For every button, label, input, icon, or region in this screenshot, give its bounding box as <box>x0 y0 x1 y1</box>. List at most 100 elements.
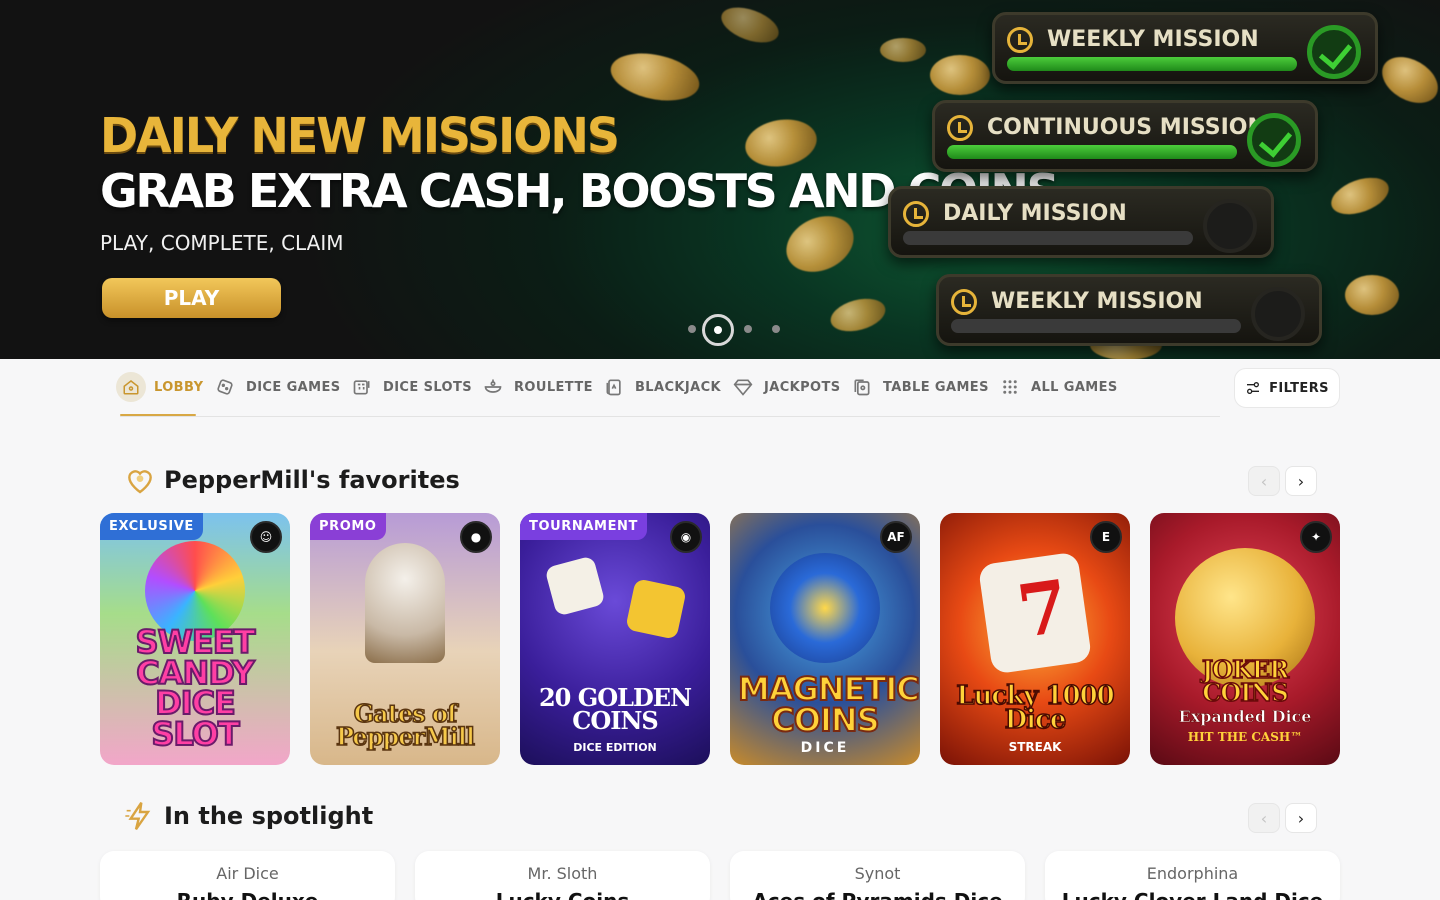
section-title-spotlight: In the spotlight <box>124 800 373 832</box>
game-card[interactable]: 7 E Lucky 1000 Dice STREAK <box>940 513 1130 765</box>
game-title: SWEET CANDY DICE SLOT <box>135 623 257 753</box>
spotlight-provider: Mr. Sloth <box>527 864 598 883</box>
roulette-icon <box>482 376 504 398</box>
carousel-dot-active[interactable] <box>702 314 734 346</box>
mission-card: WEEKLY MISSION <box>936 274 1322 346</box>
chevron-right-icon[interactable]: › <box>1285 466 1317 496</box>
nav-item-table-games[interactable]: TABLE GAMES <box>851 373 989 401</box>
carousel-dots <box>688 314 788 346</box>
card-badge: TOURNAMENT <box>520 513 647 540</box>
mission-label: CONTINUOUS MISSION <box>987 115 1266 140</box>
section-title-favorites: PepperMill's favorites <box>124 464 460 496</box>
lightning-icon <box>124 800 156 832</box>
game-title: Gates of PepperMill <box>335 699 476 752</box>
game-title: 20 GOLDEN COINS <box>538 683 692 736</box>
nav-item-blackjack[interactable]: BLACKJACK <box>603 373 721 401</box>
filters-button[interactable]: FILTERS <box>1234 368 1340 408</box>
spotlight-provider: Air Dice <box>216 864 279 883</box>
mission-label: DAILY MISSION <box>943 201 1127 226</box>
mission-card: WEEKLY MISSION <box>992 12 1378 84</box>
nav-item-label: ALL GAMES <box>1031 379 1118 395</box>
clock-icon <box>947 115 973 141</box>
coin-decoration <box>606 46 704 108</box>
mission-progress-bar <box>1007 57 1297 71</box>
nav-item-label: DICE GAMES <box>246 379 341 395</box>
game-subtitle: Expanded Dice <box>1178 707 1312 726</box>
game-card[interactable]: EXCLUSIVE ☺ SWEET CANDY DICE SLOT <box>100 513 290 765</box>
clock-icon <box>951 289 977 315</box>
spotlight-card[interactable]: Air Dice Ruby Deluxe <box>100 851 395 900</box>
spotlight-card[interactable]: Endorphina Lucky Clover Land Dice <box>1045 851 1340 900</box>
zeus-art <box>365 543 445 663</box>
game-tagline: HIT THE CASH™ <box>1187 730 1303 744</box>
game-card[interactable]: TOURNAMENT ◉ 20 GOLDEN COINS DICE EDITIO… <box>520 513 710 765</box>
nav-item-jackpots[interactable]: JACKPOTS <box>732 373 841 401</box>
spotlight-game-name: Aces of Pyramids Dice <box>730 891 1025 900</box>
nav-item-lobby[interactable]: LOBBY <box>116 372 204 402</box>
section-title-text: In the spotlight <box>164 802 374 830</box>
fox-provider-icon: ✦ <box>1300 521 1332 553</box>
spotlight-card[interactable]: Mr. Sloth Lucky Coins <box>415 851 710 900</box>
nav-item-label: JACKPOTS <box>764 379 841 395</box>
check-icon <box>1247 113 1301 167</box>
nav-item-label: DICE SLOTS <box>383 379 473 395</box>
carousel-dot[interactable] <box>772 325 780 333</box>
nav-item-label: BLACKJACK <box>635 379 721 395</box>
game-subtitle: STREAK <box>1008 740 1062 754</box>
cards-icon <box>603 376 625 398</box>
coin-decoration <box>716 0 784 50</box>
spotlight-game-name: Lucky Coins <box>415 891 710 900</box>
nav-item-dice-slots[interactable]: DICE SLOTS <box>351 373 472 401</box>
mission-card: CONTINUOUS MISSION <box>932 100 1318 172</box>
clock-icon <box>903 201 929 227</box>
spotlight-game-name: Lucky Clover Land Dice <box>1045 891 1340 900</box>
nav-item-roulette[interactable]: ROULETTE <box>482 373 593 401</box>
spotlight-card[interactable]: Synot Aces of Pyramids Dice <box>730 851 1025 900</box>
filter-icon <box>1247 382 1260 394</box>
spotlight-provider: Endorphina <box>1146 864 1239 883</box>
spotlight-game-name: Ruby Deluxe <box>100 891 395 900</box>
card-badge: PROMO <box>310 513 386 540</box>
bomb-provider-icon: ● <box>460 521 492 553</box>
game-card[interactable]: PROMO ● Gates of PepperMill <box>310 513 500 765</box>
chevron-right-icon[interactable]: › <box>1285 803 1317 833</box>
nav-item-label: TABLE GAMES <box>883 379 989 395</box>
magnet-art <box>770 553 880 663</box>
chevron-left-icon[interactable]: ‹ <box>1248 466 1280 496</box>
carousel-dot[interactable] <box>688 325 696 333</box>
hero-banner: DAILY NEW MISSIONS GRAB EXTRA CASH, BOOS… <box>0 0 1440 359</box>
coin-decoration <box>1326 170 1394 222</box>
slots-icon <box>351 376 373 398</box>
game-card[interactable]: ✦ JOKER COINS Expanded Dice HIT THE CASH… <box>1150 513 1340 765</box>
game-card[interactable]: AF MAGNETIC COINS DICE <box>730 513 920 765</box>
carousel-dot[interactable] <box>744 325 752 333</box>
empty-status-icon <box>1251 287 1305 341</box>
panda-provider-icon: ☺ <box>250 521 282 553</box>
section-title-text: PepperMill's favorites <box>164 466 460 494</box>
spotlight-carousel-controls: ‹ › <box>1248 803 1322 833</box>
home-icon <box>116 372 146 402</box>
coin-decoration <box>880 38 926 62</box>
table-games-icon <box>851 376 873 398</box>
dice-art <box>625 578 687 640</box>
active-tab-indicator <box>120 414 196 416</box>
nav-item-all-games[interactable]: ALL GAMES <box>999 373 1118 401</box>
empty-status-icon <box>1203 199 1257 253</box>
nav-item-label: LOBBY <box>154 379 204 395</box>
favorites-carousel-controls: ‹ › <box>1248 466 1322 496</box>
chevron-left-icon[interactable]: ‹ <box>1248 803 1280 833</box>
coin-decoration <box>827 293 889 337</box>
eye-provider-icon: ◉ <box>670 521 702 553</box>
check-icon <box>1307 25 1361 79</box>
coin-decoration <box>930 55 990 95</box>
nav-item-dice-games[interactable]: DICE GAMES <box>214 373 341 401</box>
hero-play-button[interactable]: PLAY <box>102 278 281 318</box>
game-subtitle: DICE <box>800 740 850 756</box>
game-title: MAGNETIC COINS <box>737 670 920 739</box>
game-title: JOKER COINS <box>1201 655 1290 708</box>
mission-progress-bar <box>951 319 1241 333</box>
mission-label: WEEKLY MISSION <box>1047 27 1259 52</box>
game-title: Lucky 1000 Dice <box>955 680 1115 736</box>
card-badge: EXCLUSIVE <box>100 513 203 540</box>
coin-decoration <box>1374 47 1440 113</box>
